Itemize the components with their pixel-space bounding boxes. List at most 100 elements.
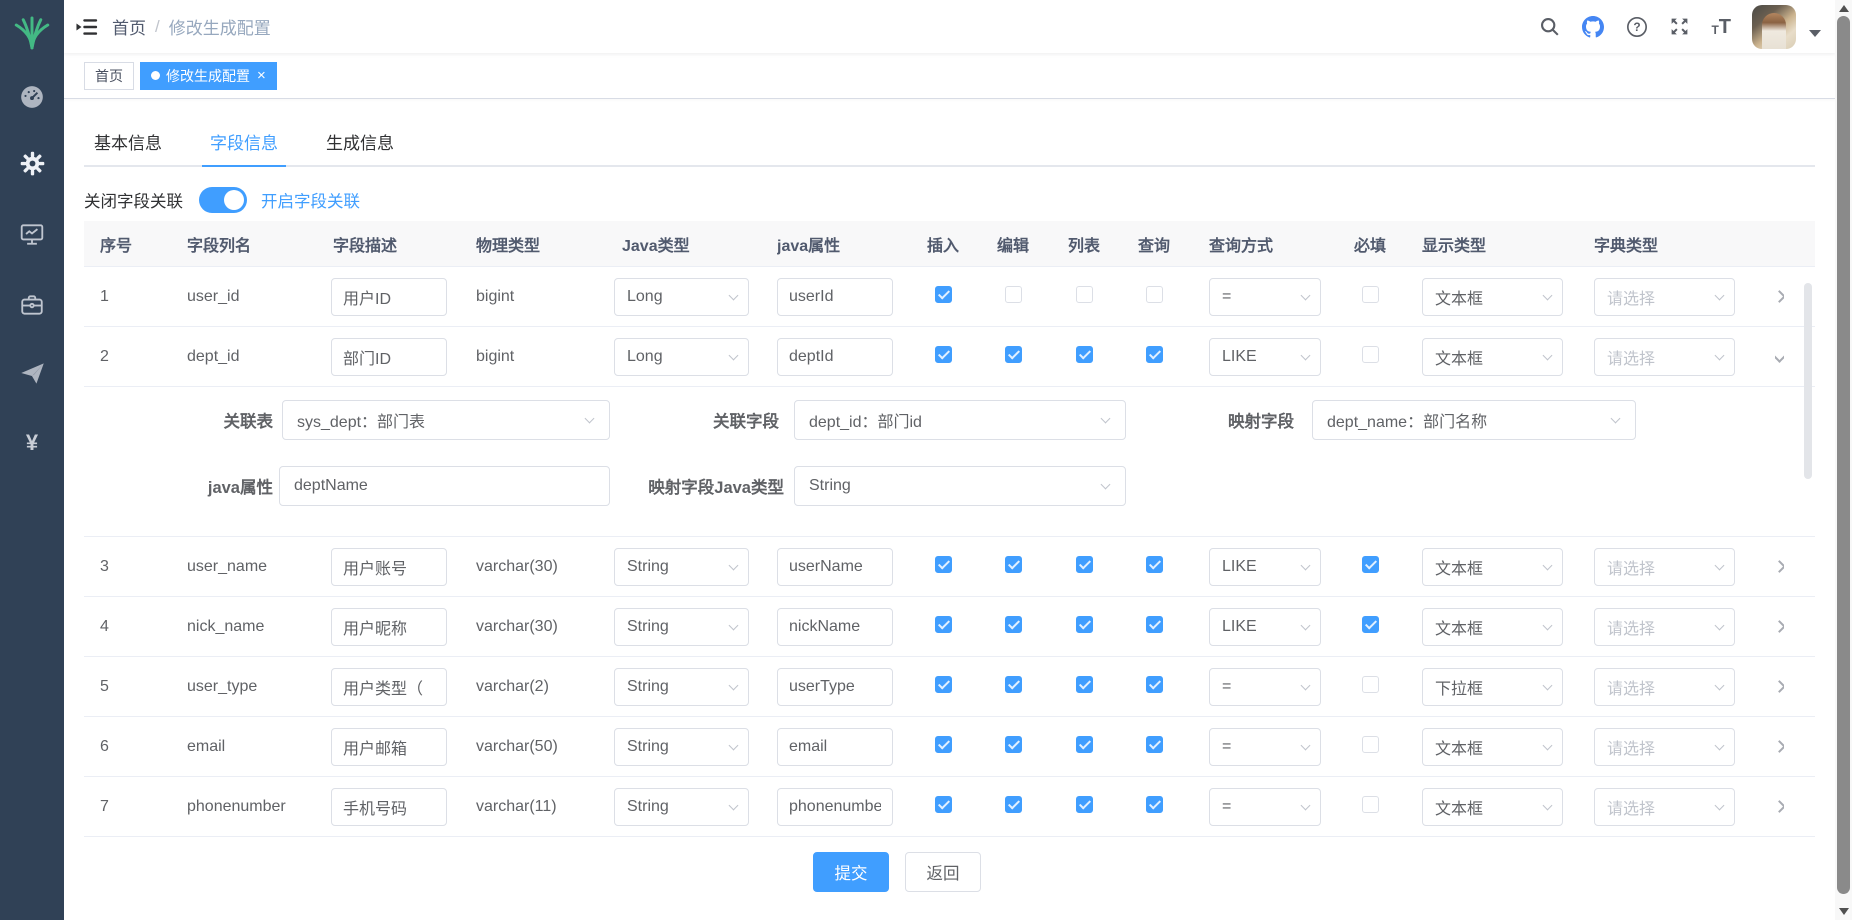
required-checkbox[interactable] <box>1362 616 1379 633</box>
expand-row-icon[interactable] <box>1775 290 1784 303</box>
help-icon[interactable]: ? <box>1626 16 1648 38</box>
submit-button[interactable]: 提交 <box>813 852 889 892</box>
java-type-select[interactable]: Long <box>614 278 749 316</box>
app-logo[interactable] <box>0 0 64 64</box>
edit-checkbox[interactable] <box>1005 556 1022 573</box>
description-input[interactable] <box>331 668 447 706</box>
edit-checkbox[interactable] <box>1005 736 1022 753</box>
list-checkbox[interactable] <box>1076 346 1093 363</box>
relation-switch[interactable] <box>199 187 247 213</box>
display-type-select[interactable]: 下拉框 <box>1422 668 1563 706</box>
required-checkbox[interactable] <box>1362 796 1379 813</box>
java-field-input[interactable] <box>777 788 893 826</box>
required-checkbox[interactable] <box>1362 736 1379 753</box>
edit-checkbox[interactable] <box>1005 676 1022 693</box>
list-checkbox[interactable] <box>1076 286 1093 303</box>
display-type-select[interactable]: 文本框 <box>1422 608 1563 646</box>
insert-checkbox[interactable] <box>935 556 952 573</box>
table-scrollbar-thumb[interactable] <box>1804 283 1812 479</box>
github-icon[interactable] <box>1581 15 1605 39</box>
expand-row-icon[interactable] <box>1775 350 1784 363</box>
dict-type-select[interactable]: 请选择 <box>1594 608 1735 646</box>
back-button[interactable]: 返回 <box>905 852 981 892</box>
sidebar-item-system[interactable] <box>0 150 64 177</box>
description-input[interactable] <box>331 278 447 316</box>
display-type-select[interactable]: 文本框 <box>1422 728 1563 766</box>
sidebar-item-dashboard[interactable] <box>0 84 64 110</box>
dropdown-caret[interactable] <box>1809 30 1821 37</box>
insert-checkbox[interactable] <box>935 736 952 753</box>
java-field-input[interactable] <box>777 338 893 376</box>
query-checkbox[interactable] <box>1146 616 1163 633</box>
edit-checkbox[interactable] <box>1005 346 1022 363</box>
expand-row-icon[interactable] <box>1775 620 1784 633</box>
dict-type-select[interactable]: 请选择 <box>1594 548 1735 586</box>
query-mode-select[interactable]: LIKE <box>1209 548 1321 586</box>
tab-gen-info[interactable]: 生成信息 <box>302 117 418 165</box>
query-mode-select[interactable]: LIKE <box>1209 608 1321 646</box>
java-field-input[interactable] <box>777 278 893 316</box>
list-checkbox[interactable] <box>1076 556 1093 573</box>
tab-basic-info[interactable]: 基本信息 <box>84 117 186 165</box>
query-checkbox[interactable] <box>1146 676 1163 693</box>
query-mode-select[interactable]: = <box>1209 668 1321 706</box>
close-icon[interactable]: × <box>257 68 266 83</box>
scroll-up-arrow[interactable] <box>1839 5 1849 12</box>
relation-table-select[interactable]: sys_dept：部门表 <box>282 400 610 440</box>
java-field-input[interactable] <box>777 668 893 706</box>
dict-type-select[interactable]: 请选择 <box>1594 668 1735 706</box>
user-avatar[interactable] <box>1752 5 1796 49</box>
insert-checkbox[interactable] <box>935 676 952 693</box>
java-type-select[interactable]: String <box>614 548 749 586</box>
query-mode-select[interactable]: = <box>1209 278 1321 316</box>
expand-row-icon[interactable] <box>1775 800 1784 813</box>
query-checkbox[interactable] <box>1146 346 1163 363</box>
fullscreen-icon[interactable] <box>1669 16 1690 37</box>
list-checkbox[interactable] <box>1076 796 1093 813</box>
scroll-down-arrow[interactable] <box>1839 908 1849 915</box>
java-type-select[interactable]: String <box>614 788 749 826</box>
java-field-input[interactable] <box>777 728 893 766</box>
scrollbar-thumb[interactable] <box>1837 16 1850 894</box>
list-checkbox[interactable] <box>1076 736 1093 753</box>
description-input[interactable] <box>331 608 447 646</box>
sidebar-item-pay[interactable]: ¥ <box>0 430 64 456</box>
java-type-select[interactable]: String <box>614 608 749 646</box>
font-size-icon[interactable] <box>1711 17 1731 37</box>
dict-type-select[interactable]: 请选择 <box>1594 338 1735 376</box>
dict-type-select[interactable]: 请选择 <box>1594 788 1735 826</box>
insert-checkbox[interactable] <box>935 286 952 303</box>
expand-row-icon[interactable] <box>1775 560 1784 573</box>
edit-checkbox[interactable] <box>1005 286 1022 303</box>
browser-scrollbar[interactable] <box>1835 0 1852 920</box>
mapping-java-type-select[interactable]: String <box>794 466 1126 506</box>
tab-field-info[interactable]: 字段信息 <box>186 117 302 165</box>
edit-checkbox[interactable] <box>1005 796 1022 813</box>
edit-checkbox[interactable] <box>1005 616 1022 633</box>
query-checkbox[interactable] <box>1146 796 1163 813</box>
display-type-select[interactable]: 文本框 <box>1422 788 1563 826</box>
insert-checkbox[interactable] <box>935 796 952 813</box>
required-checkbox[interactable] <box>1362 346 1379 363</box>
query-checkbox[interactable] <box>1146 286 1163 303</box>
sidebar-item-tool[interactable] <box>0 292 64 318</box>
description-input[interactable] <box>331 338 447 376</box>
tag-gen-config[interactable]: 修改生成配置 × <box>140 62 277 90</box>
relation-field-select[interactable]: dept_id：部门id <box>794 400 1126 440</box>
mapping-field-select[interactable]: dept_name：部门名称 <box>1312 400 1636 440</box>
required-checkbox[interactable] <box>1362 286 1379 303</box>
query-mode-select[interactable]: LIKE <box>1209 338 1321 376</box>
insert-checkbox[interactable] <box>935 346 952 363</box>
expand-row-icon[interactable] <box>1775 740 1784 753</box>
search-icon[interactable] <box>1539 16 1560 37</box>
dict-type-select[interactable]: 请选择 <box>1594 728 1735 766</box>
breadcrumb-home[interactable]: 首页 <box>112 14 146 39</box>
java-type-select[interactable]: String <box>614 728 749 766</box>
display-type-select[interactable]: 文本框 <box>1422 278 1563 316</box>
query-mode-select[interactable]: = <box>1209 788 1321 826</box>
display-type-select[interactable]: 文本框 <box>1422 338 1563 376</box>
query-checkbox[interactable] <box>1146 736 1163 753</box>
sidebar-item-link[interactable] <box>0 360 64 387</box>
java-field-input[interactable] <box>777 548 893 586</box>
expand-row-icon[interactable] <box>1775 680 1784 693</box>
